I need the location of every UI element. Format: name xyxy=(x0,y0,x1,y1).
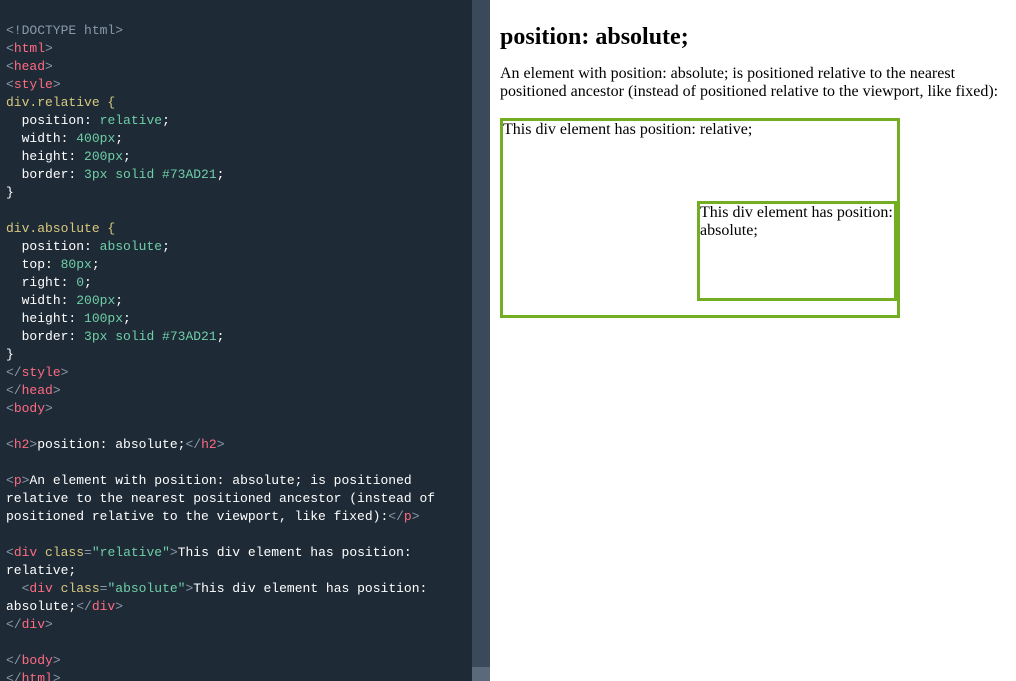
tag-style: style xyxy=(14,77,53,92)
code-editor-pane[interactable]: <!DOCTYPE html> <html> <head> <style> di… xyxy=(0,0,490,681)
code-line: <!DOCTYPE html> xyxy=(6,23,123,38)
preview-pane: position: absolute; An element with posi… xyxy=(490,0,1016,681)
relative-box: This div element has position: relative;… xyxy=(500,118,900,318)
absolute-box: This div element has position: absolute; xyxy=(697,201,897,301)
tag-body: body xyxy=(14,401,45,416)
editor-scrollbar[interactable] xyxy=(472,0,490,681)
preview-paragraph: An element with position: absolute; is p… xyxy=(500,65,1006,102)
css-selector: div.absolute { xyxy=(6,221,115,236)
tag-head: head xyxy=(14,59,45,74)
code-line: < xyxy=(6,41,14,56)
css-selector: div.relative { xyxy=(6,95,115,110)
absolute-box-text: This div element has position: absolute; xyxy=(700,204,893,239)
relative-box-text: This div element has position: relative; xyxy=(503,121,752,138)
tag-html: html xyxy=(14,41,45,56)
preview-heading: position: absolute; xyxy=(500,24,1006,51)
